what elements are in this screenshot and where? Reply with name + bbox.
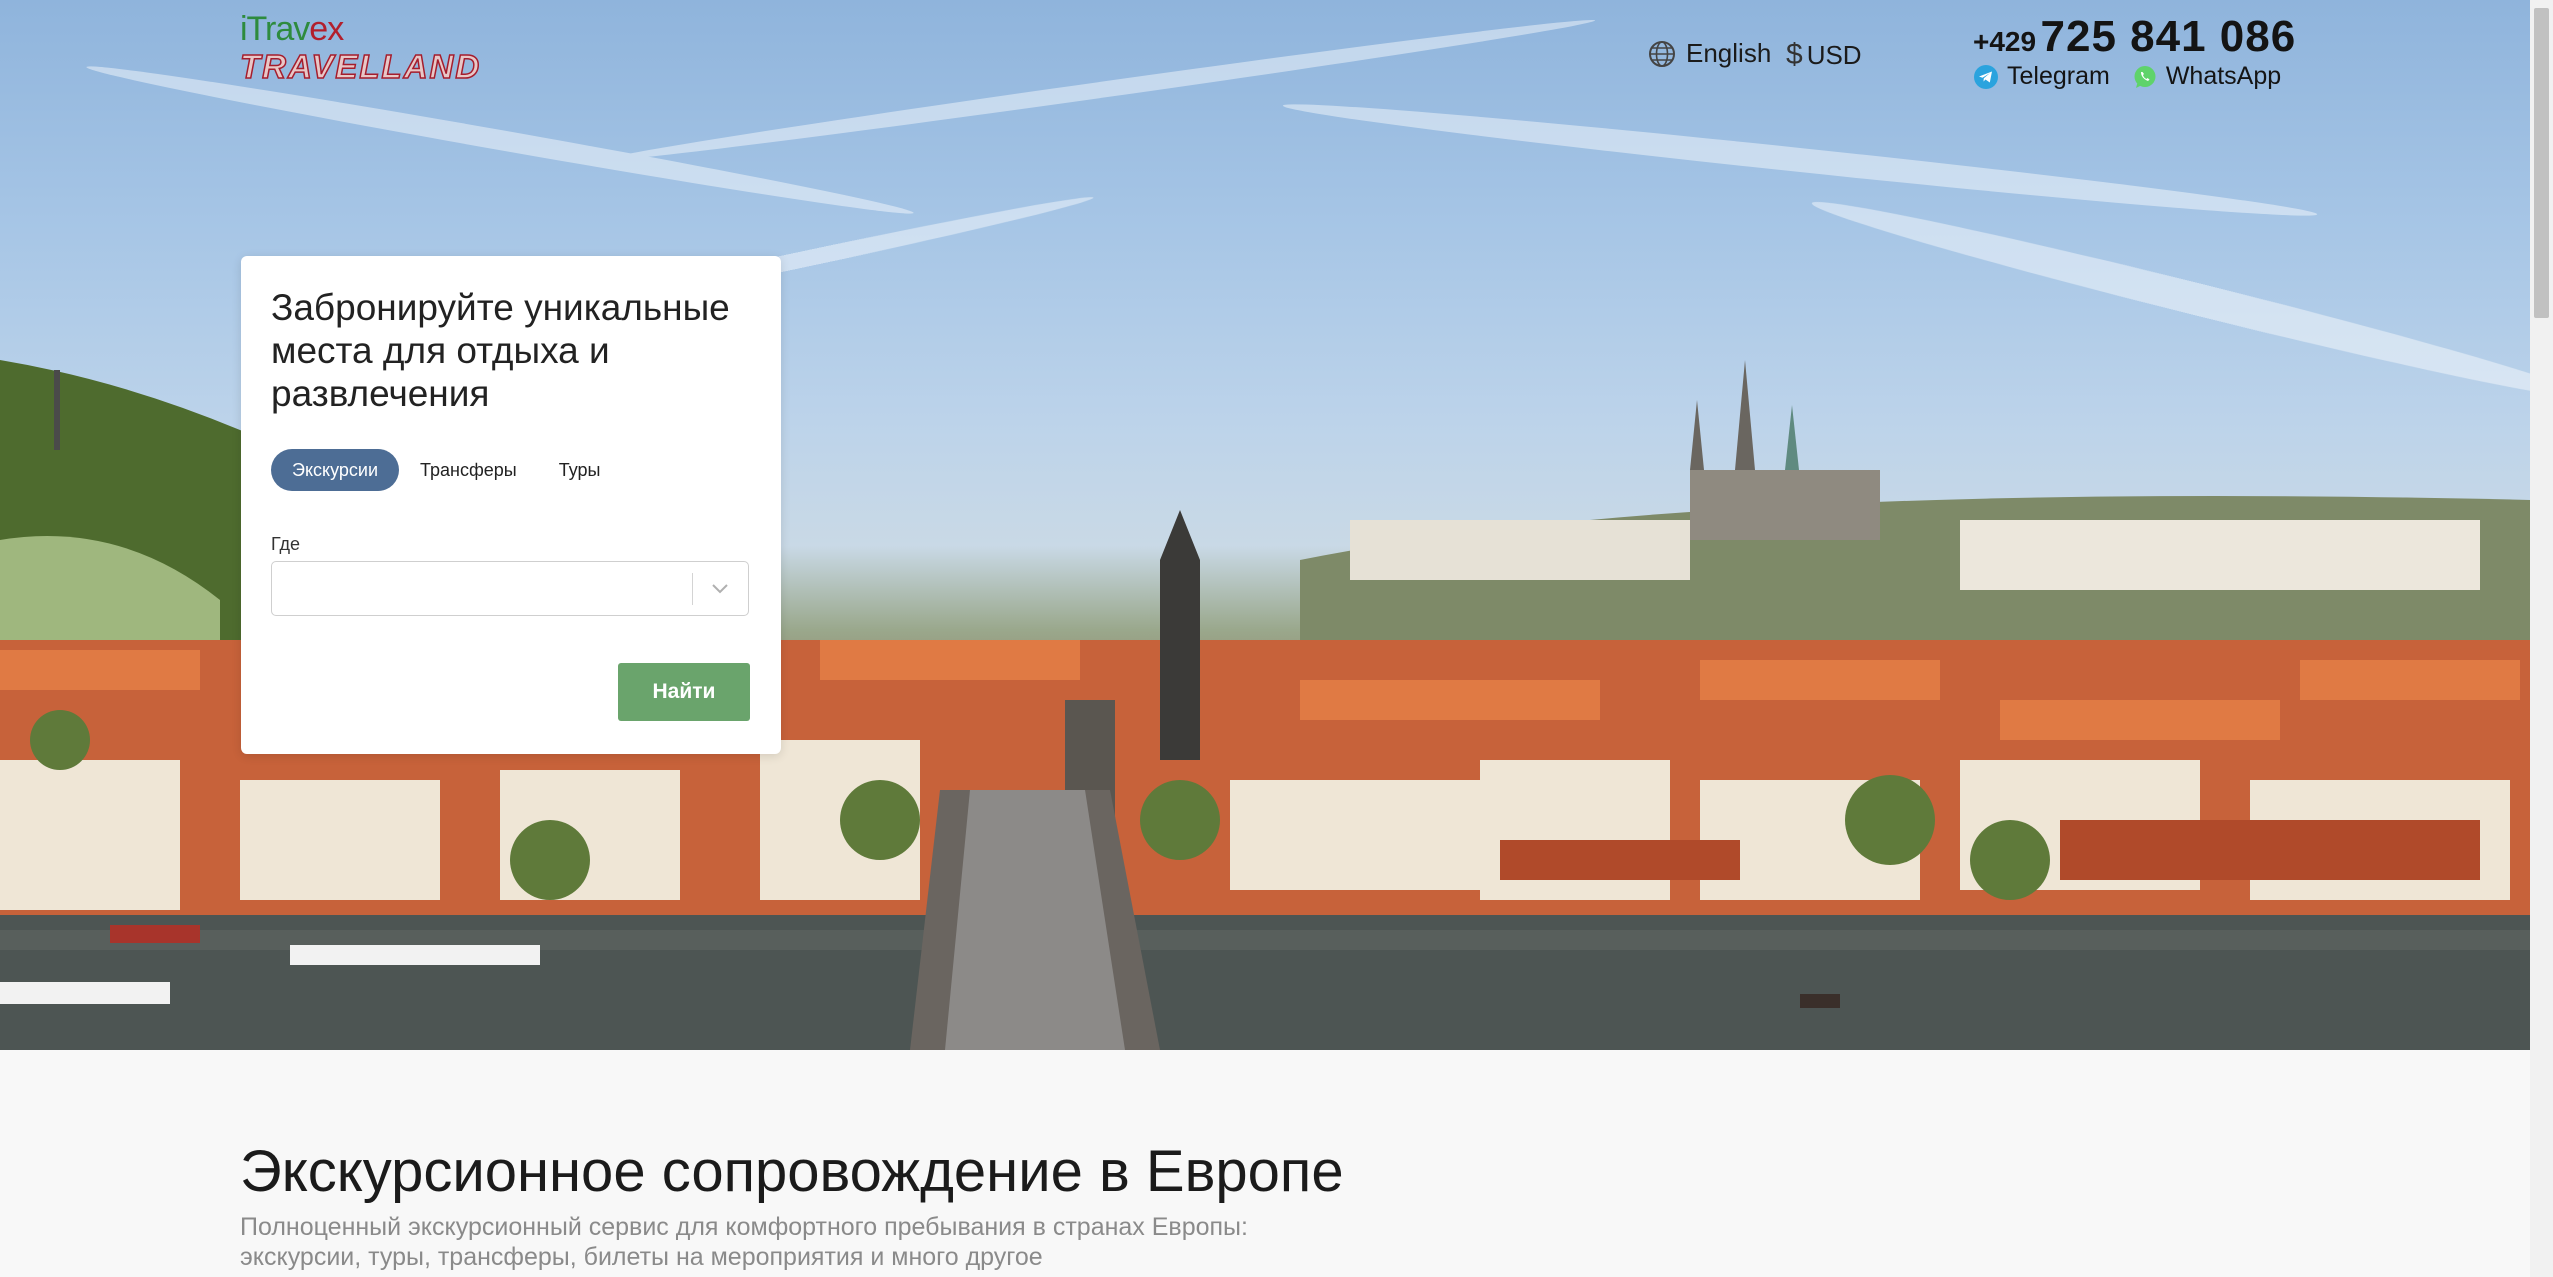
logo-text-main: iTrav — [240, 10, 310, 48]
telegram-icon — [1974, 64, 1998, 89]
language-selector[interactable]: English — [1648, 38, 1771, 69]
where-select[interactable] — [271, 561, 749, 616]
booking-search-card: Забронируйте уникальные места для отдыха… — [241, 256, 781, 754]
section-title: Экскурсионное сопровождение в Европе — [240, 1139, 1344, 1204]
find-button[interactable]: Найти — [618, 663, 750, 721]
messenger-links: Telegram WhatsApp — [1973, 62, 2281, 91]
whatsapp-icon — [2134, 65, 2156, 88]
globe-icon — [1649, 40, 1675, 67]
logo-text-accent: ex — [309, 10, 344, 48]
phone-digits: 725 841 086 — [2040, 12, 2297, 61]
phone-number[interactable]: +429 725 841 086 — [1973, 12, 2296, 62]
logo-itravex[interactable]: iTravex — [240, 10, 344, 48]
chevron-down-icon[interactable] — [708, 576, 732, 600]
logo-travelland[interactable]: TRAVELLAND — [239, 49, 481, 84]
section-subtitle-line1: Полноценный экскурсионный сервис для ком… — [240, 1213, 1248, 1241]
tab-excursions[interactable]: Экскурсии — [271, 449, 400, 491]
where-label: Где — [271, 534, 301, 554]
select-divider — [692, 573, 693, 605]
tab-tours[interactable]: Туры — [538, 449, 622, 491]
search-card-title: Забронируйте уникальные места для отдыха… — [271, 287, 730, 414]
section-subtitle-line2: экскурсии, туры, трансферы, билеты на ме… — [240, 1243, 1043, 1271]
section-subtitle: Полноценный экскурсионный сервис для ком… — [240, 1212, 1340, 1272]
page-scrollbar[interactable] — [2530, 0, 2553, 1277]
whatsapp-label: WhatsApp — [2165, 62, 2282, 90]
currency-label: USD — [1806, 39, 1862, 70]
scrollbar-thumb[interactable] — [2534, 8, 2549, 318]
currency-selector[interactable]: $ USD — [1786, 38, 1862, 72]
whatsapp-link[interactable]: WhatsApp — [2132, 62, 2281, 91]
dollar-icon: $ — [1786, 38, 1803, 71]
search-tabs: Экскурсии Трансферы Туры — [271, 449, 621, 491]
telegram-link[interactable]: Telegram — [1973, 62, 2110, 91]
telegram-label: Telegram — [2007, 62, 2110, 90]
tab-transfers[interactable]: Трансферы — [399, 449, 538, 491]
phone-code: +429 — [1973, 26, 2037, 57]
language-label: English — [1686, 38, 1772, 68]
